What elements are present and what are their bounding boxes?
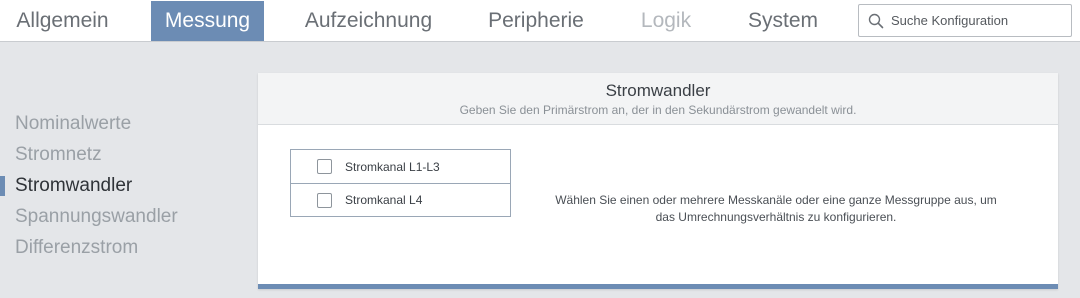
tab-peripherie[interactable]: Peripherie	[472, 1, 600, 41]
top-navigation: Allgemein Messung Aufzeichnung Peripheri…	[0, 0, 1080, 42]
channel-checkbox[interactable]	[317, 159, 332, 174]
sidebar-item-stromnetz[interactable]: Stromnetz	[0, 139, 240, 170]
stromwandler-panel: Stromwandler Geben Sie den Primärstrom a…	[258, 73, 1058, 289]
channel-checkbox[interactable]	[317, 192, 332, 208]
tab-allgemein[interactable]: Allgemein	[0, 1, 125, 41]
search-box[interactable]	[858, 4, 1072, 37]
sidebar-item-stromwandler[interactable]: Stromwandler	[0, 170, 240, 201]
search-input[interactable]	[891, 5, 1067, 36]
panel-subtitle: Geben Sie den Primärstrom an, der in den…	[459, 103, 857, 117]
side-navigation: Nominalwerte Stromnetz Stromwandler Span…	[0, 108, 240, 263]
selection-hint: Wählen Sie einen oder mehrere Messkanäle…	[536, 192, 1016, 226]
channel-list: Stromkanal L1-L3 Stromkanal L4	[290, 149, 511, 217]
tab-logik: Logik	[640, 9, 692, 32]
sidebar-item-nominalwerte[interactable]: Nominalwerte	[0, 108, 240, 139]
channel-item-l1-l3[interactable]: Stromkanal L1-L3	[291, 150, 510, 183]
sidebar-item-differenzstrom[interactable]: Differenzstrom	[0, 232, 240, 263]
tab-system[interactable]: System	[732, 1, 834, 41]
hint-line-2: das Umrechnungsverhältnis zu konfigurier…	[655, 210, 897, 224]
channel-label: Stromkanal L4	[345, 193, 423, 207]
channel-label: Stromkanal L1-L3	[345, 159, 440, 174]
channel-item-l4[interactable]: Stromkanal L4	[291, 183, 510, 216]
tab-messung[interactable]: Messung	[151, 1, 264, 41]
hint-line-1: Wählen Sie einen oder mehrere Messkanäle…	[555, 193, 997, 207]
sidebar-item-spannungswandler[interactable]: Spannungswandler	[0, 201, 240, 232]
panel-header: Stromwandler Geben Sie den Primärstrom a…	[258, 73, 1058, 125]
tab-aufzeichnung[interactable]: Aufzeichnung	[290, 1, 447, 41]
panel-title: Stromwandler	[605, 81, 711, 100]
search-icon	[868, 13, 884, 29]
